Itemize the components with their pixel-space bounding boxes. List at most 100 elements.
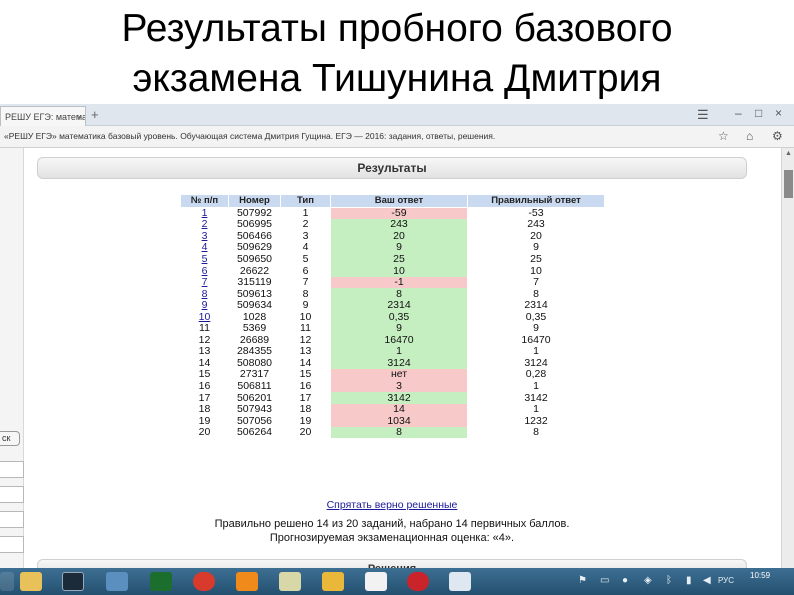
your-answer-cell: 20 — [330, 231, 468, 243]
task-id-cell: 26689 — [228, 334, 281, 347]
task-id-cell: 509634 — [228, 300, 281, 312]
close-icon[interactable]: × — [775, 106, 782, 120]
correct-answer-cell: 0,35 — [467, 311, 605, 323]
task-number-link[interactable]: 1 — [180, 207, 229, 220]
table-row: 13 284355 13 1 1 — [180, 346, 605, 358]
address-bar[interactable]: «РЕШУ ЕГЭ» математика базовый уровень. О… — [0, 126, 794, 148]
sidebar-field[interactable] — [0, 461, 24, 478]
your-answer-cell: нет — [330, 369, 468, 381]
task-number-link[interactable]: 3 — [180, 231, 229, 243]
task-id-cell: 315119 — [228, 277, 281, 289]
task-id-cell: 26622 — [228, 265, 281, 277]
star-icon[interactable]: ☆ — [718, 129, 729, 143]
your-answer-cell: 25 — [330, 254, 468, 266]
your-answer-cell: 2314 — [330, 300, 468, 312]
sidebar-field[interactable] — [0, 486, 24, 503]
task-type-cell: 4 — [280, 242, 331, 254]
bluetooth-tray-icon[interactable]: ᛒ — [666, 575, 672, 586]
scroll-thumb[interactable] — [784, 170, 793, 198]
browser-icon[interactable] — [193, 572, 215, 591]
task-number-link[interactable]: 8 — [180, 288, 229, 300]
record-tray-icon[interactable]: ● — [622, 575, 628, 586]
table-row: 15 27317 15 нет 0,28 — [180, 369, 605, 381]
task-type-cell: 10 — [280, 311, 331, 323]
hide-solved-link[interactable]: Спрятать верно решенные — [180, 499, 604, 511]
results-header: Результаты — [37, 157, 747, 179]
calculator-icon[interactable] — [279, 572, 301, 591]
correct-answer-cell: 1 — [467, 404, 605, 416]
sound-icon[interactable] — [106, 572, 128, 591]
tab-close-icon[interactable]: × — [77, 112, 82, 122]
task-number-link[interactable]: 5 — [180, 254, 229, 266]
back-button[interactable]: ск — [0, 431, 20, 446]
abbyy-icon[interactable] — [365, 572, 387, 591]
task-id-cell: 284355 — [228, 346, 281, 358]
correct-answer-cell: 1 — [467, 346, 605, 358]
table-row: 4 509629 4 9 9 — [180, 242, 605, 254]
tab-label: РЕШУ ЕГЭ: математика — [5, 112, 85, 122]
maximize-icon[interactable]: □ — [755, 106, 762, 120]
notes-icon[interactable] — [449, 572, 471, 591]
task-id-cell: 506264 — [228, 427, 281, 439]
network-tray-icon[interactable]: ▮ — [686, 575, 692, 586]
address-text[interactable]: «РЕШУ ЕГЭ» математика базовый уровень. О… — [4, 131, 495, 141]
column-header: Тип — [280, 194, 331, 208]
score-summary: Правильно решено 14 из 20 заданий, набра… — [214, 518, 570, 530]
slide-title-line1: Результаты пробного базового — [121, 7, 673, 50]
task-number-link[interactable]: 4 — [180, 242, 229, 254]
task-id-cell: 506995 — [228, 219, 281, 231]
task-number-link: 14 — [180, 358, 229, 370]
left-sidebar: ск — [0, 148, 24, 568]
settings-icon[interactable]: ⚙ — [772, 129, 783, 143]
table-row: 20 506264 20 8 8 — [180, 427, 605, 439]
task-number-link[interactable]: 10 — [180, 311, 229, 323]
task-type-cell: 6 — [280, 265, 331, 277]
task-id-cell: 507056 — [228, 415, 281, 427]
menu-icon[interactable]: ☰ — [697, 107, 709, 123]
slide-title-line2: экзамена Тишунина Дмитрия — [132, 57, 662, 100]
monitor-icon[interactable] — [62, 572, 84, 591]
sidebar-field[interactable] — [0, 511, 24, 528]
scroll-up-icon[interactable]: ▲ — [785, 150, 792, 157]
file-explorer-icon[interactable] — [20, 572, 42, 591]
column-header: № п/п — [180, 194, 229, 208]
security-tray-icon[interactable]: ◈ — [644, 575, 652, 586]
scrollbar[interactable]: ▲ — [781, 148, 794, 568]
task-number-link[interactable]: 7 — [180, 277, 229, 289]
home-icon[interactable]: ⌂ — [746, 129, 753, 143]
table-row: 17 506201 17 3142 3142 — [180, 392, 605, 404]
task-number-link[interactable]: 6 — [180, 265, 229, 277]
table-row: 3 506466 3 20 20 — [180, 231, 605, 243]
task-number-link[interactable]: 9 — [180, 300, 229, 312]
vlc-icon[interactable] — [236, 572, 258, 591]
tab-reshu-ege[interactable]: РЕШУ ЕГЭ: математика × — [0, 106, 86, 126]
notes-icon[interactable] — [322, 572, 344, 591]
task-number-link: 17 — [180, 392, 229, 404]
language-indicator[interactable]: РУС — [718, 576, 734, 585]
table-row: 6 26622 6 10 10 — [180, 265, 605, 277]
table-row: 18 507943 18 14 1 — [180, 404, 605, 416]
correct-answer-cell: 0,28 — [467, 369, 605, 381]
task-type-cell: 13 — [280, 346, 331, 358]
yandex-icon[interactable] — [407, 572, 429, 591]
table-row: 7 315119 7 -1 7 — [180, 277, 605, 289]
minimize-icon[interactable]: – — [735, 106, 742, 120]
table-header-row: № п/п Номер Тип Ваш ответ Правильный отв… — [180, 194, 605, 208]
correct-answer-cell: 3124 — [467, 358, 605, 370]
screen-tray-icon[interactable]: ▭ — [600, 575, 609, 586]
your-answer-cell: 8 — [330, 288, 468, 300]
task-number-link: 16 — [180, 381, 229, 393]
flag-tray-icon[interactable]: ⚑ — [578, 575, 587, 586]
task-type-cell: 11 — [280, 323, 331, 335]
flag-icon[interactable] — [150, 572, 172, 591]
correct-answer-cell: 10 — [467, 265, 605, 277]
task-number-link[interactable]: 2 — [180, 219, 229, 231]
new-tab-button[interactable]: + — [91, 107, 99, 122]
start-button[interactable] — [0, 572, 14, 591]
correct-answer-cell: 7 — [467, 277, 605, 289]
table-row: 12 26689 12 16470 16470 — [180, 334, 605, 347]
table-row: 11 5369 11 9 9 — [180, 323, 605, 335]
sidebar-field[interactable] — [0, 536, 24, 553]
volume-tray-icon[interactable]: ◀ — [703, 575, 711, 586]
clock-time[interactable]: 10:59 — [750, 571, 770, 580]
